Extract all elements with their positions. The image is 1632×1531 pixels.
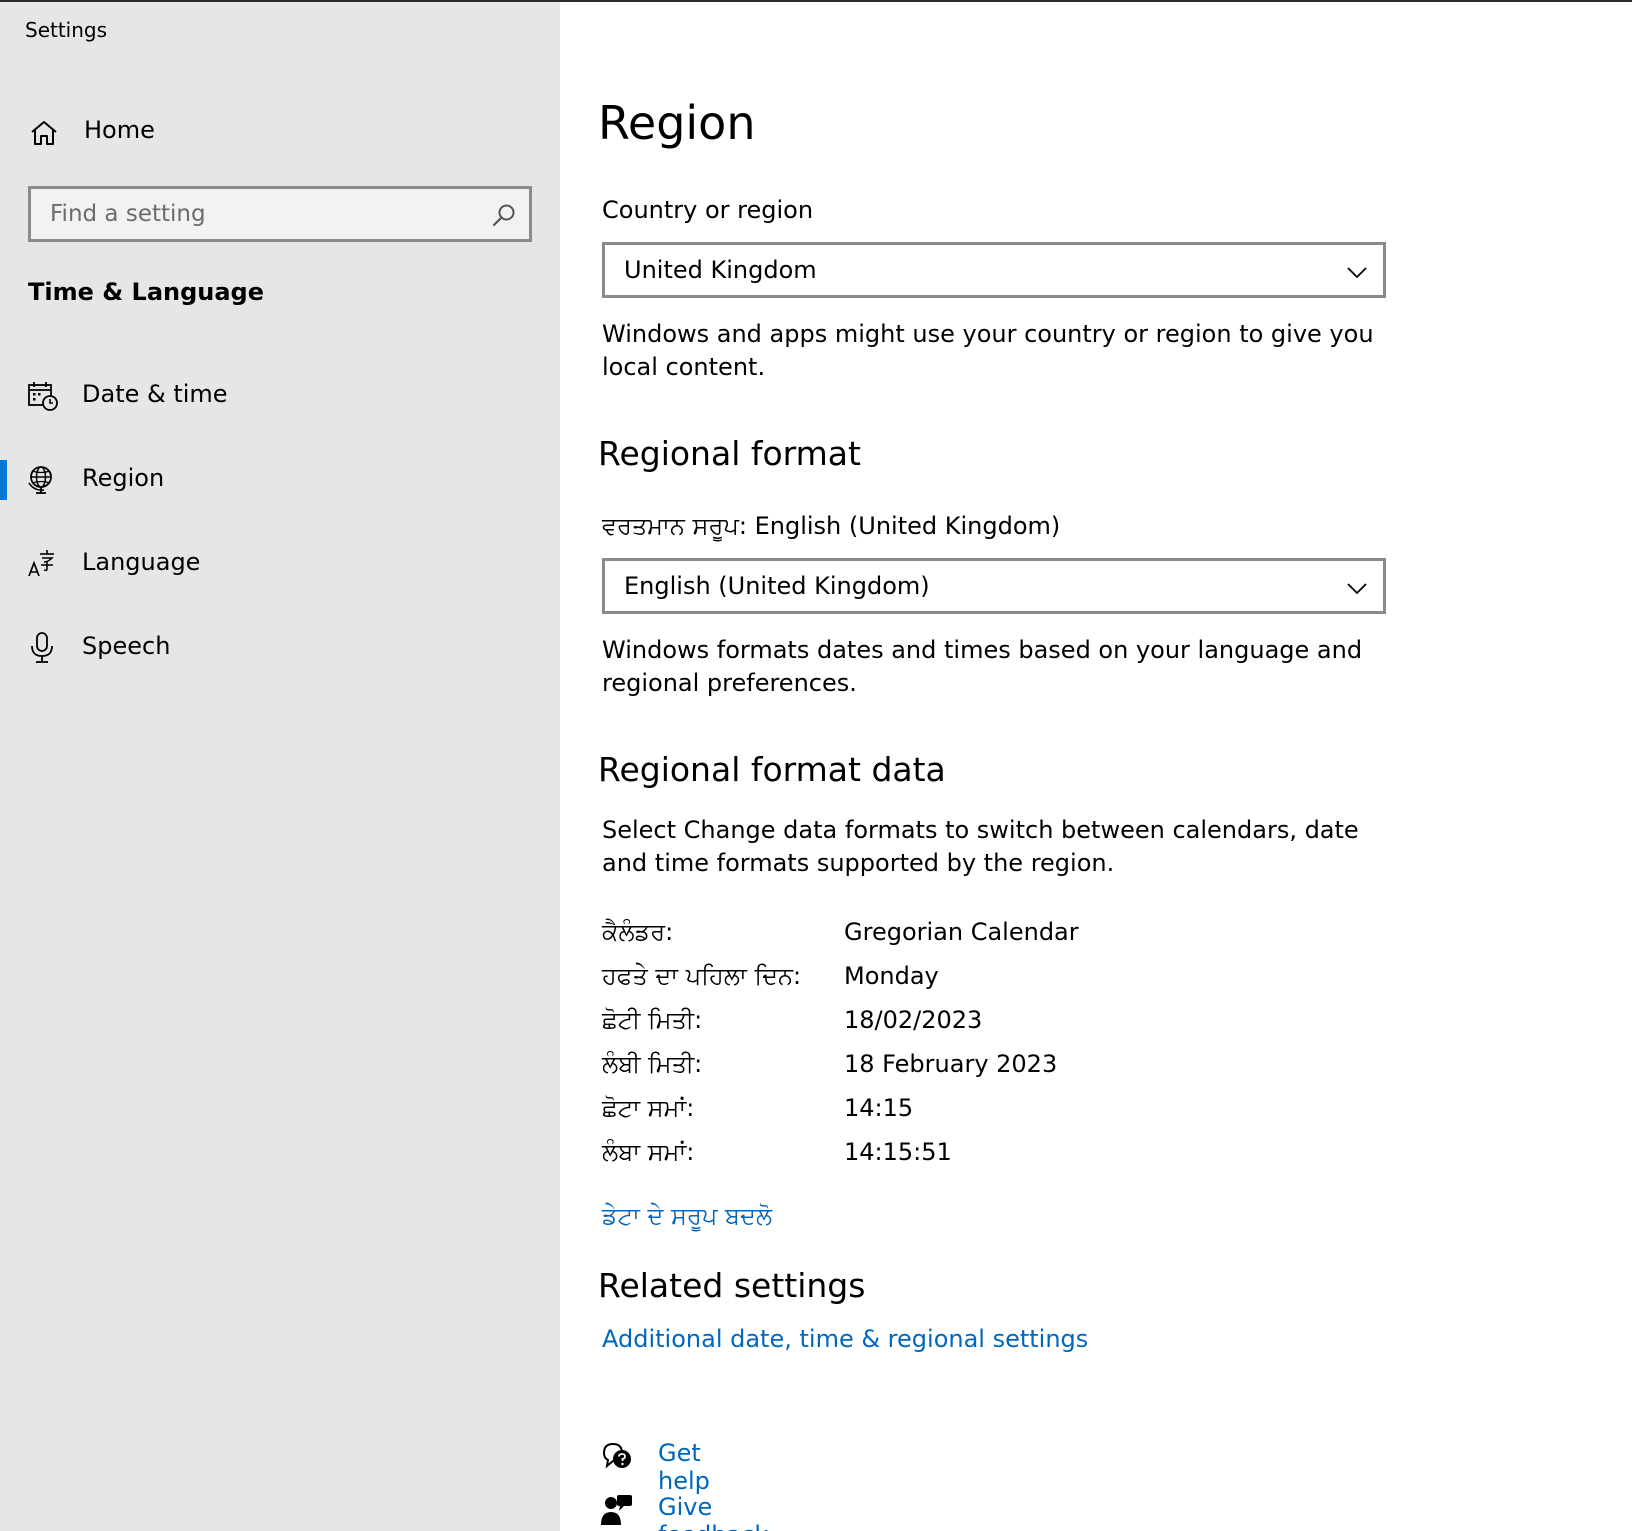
help-chat-icon bbox=[602, 1442, 631, 1469]
format-data-value: 18/02/2023 bbox=[844, 1006, 983, 1034]
microphone-icon bbox=[31, 632, 53, 663]
format-data-value: 14:15:51 bbox=[844, 1138, 952, 1166]
format-data-row: ਲੰਬੀ ਮਿਤੀ: 18 February 2023 bbox=[602, 1050, 1302, 1094]
format-data-table: ਕੈਲੰਡਰ: Gregorian Calendar ਹਫਤੇ ਦਾ ਪਹਿਲਾ… bbox=[602, 918, 1302, 1182]
chevron-down-icon bbox=[1347, 583, 1367, 595]
search-icon[interactable] bbox=[491, 202, 517, 228]
main-content: Region Country or region United Kingdom … bbox=[560, 2, 1632, 1531]
country-selected-value: United Kingdom bbox=[624, 256, 817, 284]
language-icon bbox=[28, 550, 54, 577]
chevron-down-icon bbox=[1347, 267, 1367, 279]
format-data-key: ਹਫਤੇ ਦਾ ਪਹਿਲਾ ਦਿਨ: bbox=[602, 962, 802, 990]
country-description: Windows and apps might use your country … bbox=[602, 320, 1374, 381]
country-dropdown[interactable]: United Kingdom bbox=[602, 242, 1386, 298]
regional-format-description: Windows formats dates and times based on… bbox=[602, 636, 1363, 697]
get-help-link[interactable]: Get help bbox=[658, 1439, 710, 1495]
globe-icon bbox=[28, 466, 52, 494]
format-data-key: ਛੋਟੀ ਮਿਤੀ: bbox=[602, 1006, 703, 1034]
selection-indicator bbox=[0, 460, 7, 500]
home-label: Home bbox=[84, 116, 155, 144]
format-data-value: Monday bbox=[844, 962, 939, 990]
format-data-key: ਲੰਬਾ ਸਮਾਂ: bbox=[602, 1138, 695, 1166]
settings-window: Settings Home Time & Language bbox=[0, 0, 1632, 1531]
format-data-value: Gregorian Calendar bbox=[844, 918, 1079, 946]
format-data-key: ਛੋਟਾ ਸਮਾਂ: bbox=[602, 1094, 695, 1122]
sidebar-item-date-time[interactable]: Date & time bbox=[0, 366, 560, 426]
selection-indicator bbox=[0, 376, 7, 416]
additional-settings-link[interactable]: Additional date, time & regional setting… bbox=[602, 1325, 1088, 1353]
home-nav-item[interactable]: Home bbox=[0, 106, 560, 160]
selection-indicator bbox=[0, 544, 7, 584]
change-data-formats-link[interactable]: ਡੇਟਾ ਦੇ ਸਰੂਪ ਬਦਲੋ bbox=[602, 1202, 772, 1230]
give-feedback-link[interactable]: Give feedback bbox=[658, 1493, 768, 1531]
sidebar: Settings Home Time & Language bbox=[0, 2, 560, 1531]
page-title: Region bbox=[598, 96, 756, 150]
regional-format-title: Regional format bbox=[598, 434, 861, 473]
regional-format-dropdown[interactable]: English (United Kingdom) bbox=[602, 558, 1386, 614]
format-data-value: 18 February 2023 bbox=[844, 1050, 1058, 1078]
format-data-description: Select Change data formats to switch bet… bbox=[602, 816, 1359, 877]
format-data-key: ਕੈਲੰਡਰ: bbox=[602, 918, 674, 946]
search-input[interactable] bbox=[31, 189, 481, 239]
sidebar-item-label: Language bbox=[82, 548, 201, 576]
sidebar-section-title: Time & Language bbox=[28, 278, 265, 306]
format-data-key: ਲੰਬੀ ਮਿਤੀ: bbox=[602, 1050, 703, 1078]
format-data-row: ਕੈਲੰਡਰ: Gregorian Calendar bbox=[602, 918, 1302, 962]
feedback-icon bbox=[601, 1495, 632, 1525]
related-settings-title: Related settings bbox=[598, 1266, 866, 1305]
format-data-row: ਛੋਟਾ ਸਮਾਂ: 14:15 bbox=[602, 1094, 1302, 1138]
format-data-row: ਛੋਟੀ ਮਿਤੀ: 18/02/2023 bbox=[602, 1006, 1302, 1050]
sidebar-item-region[interactable]: Region bbox=[0, 450, 560, 510]
search-box bbox=[28, 186, 532, 242]
sidebar-item-speech[interactable]: Speech bbox=[0, 618, 560, 678]
format-data-row: ਲੰਬਾ ਸਮਾਂ: 14:15:51 bbox=[602, 1138, 1302, 1182]
sidebar-item-language[interactable]: Language bbox=[0, 534, 560, 594]
home-icon bbox=[31, 121, 57, 145]
regional-format-selected-value: English (United Kingdom) bbox=[624, 572, 930, 600]
sidebar-item-label: Speech bbox=[82, 632, 171, 660]
format-data-title: Regional format data bbox=[598, 750, 946, 789]
country-label: Country or region bbox=[602, 196, 814, 224]
sidebar-item-label: Region bbox=[82, 464, 165, 492]
selection-indicator bbox=[0, 628, 7, 668]
calendar-clock-icon bbox=[28, 382, 58, 411]
format-data-row: ਹਫਤੇ ਦਾ ਪਹਿਲਾ ਦਿਨ: Monday bbox=[602, 962, 1302, 1006]
sidebar-item-label: Date & time bbox=[82, 380, 228, 408]
format-data-value: 14:15 bbox=[844, 1094, 914, 1122]
app-title: Settings bbox=[25, 18, 108, 42]
current-format-label: ਵਰਤਮਾਨ ਸਰੂਪ: English (United Kingdom) bbox=[602, 512, 1061, 540]
